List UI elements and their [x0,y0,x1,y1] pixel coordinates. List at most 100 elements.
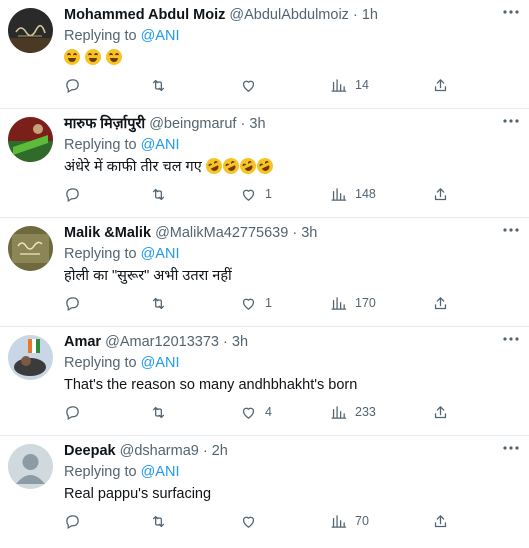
reply-button[interactable] [64,511,89,531]
reply-tweet[interactable]: Deepak @dsharma9 · 2h Replying to @ANI R… [0,436,529,548]
share-button[interactable] [432,184,449,204]
tweet-text: होली का "सुरूर" अभी उतरा नहीं [64,267,232,285]
reply-button[interactable] [64,184,89,204]
views-button[interactable]: 70 [330,511,369,531]
timestamp[interactable]: 2h [212,443,228,459]
tweet-text [64,49,123,67]
timestamp[interactable]: 3h [232,334,248,350]
reply-button[interactable] [64,402,89,422]
tweet-text-content: That's the reason so many andhbhakht's b… [64,377,358,393]
heart-icon [242,298,255,310]
replying-to-line: Replying to @ANI [64,464,179,481]
avatar[interactable] [8,226,53,271]
replying-to-mention[interactable]: @ANI [141,355,180,371]
replying-to-line: Replying to @ANI [64,137,179,154]
retweet-icon [152,297,165,309]
retweet-icon [152,515,165,527]
joy-emoji [85,49,102,65]
views-button[interactable]: 14 [330,75,369,95]
heart-icon [242,189,255,201]
views-icon [331,514,347,528]
tweet-header: Mohammed Abdul Moiz @AbdulAbdulmoiz · 1h [64,7,378,24]
like-button[interactable]: 1 [240,293,272,313]
replying-to-mention[interactable]: @ANI [141,137,180,153]
like-count: 1 [265,296,272,310]
separator-dot: · [240,116,246,132]
views-button[interactable]: 148 [330,184,376,204]
share-icon [434,514,447,527]
retweet-button[interactable] [150,184,175,204]
timestamp[interactable]: 1h [362,7,378,23]
replying-to-mention[interactable]: @ANI [141,464,180,480]
share-icon [434,296,447,309]
timestamp[interactable]: 3h [301,225,317,241]
share-button[interactable] [432,511,449,531]
reply-button[interactable] [64,75,89,95]
reply-tweet[interactable]: Mohammed Abdul Moiz @AbdulAbdulmoiz · 1h… [0,0,529,109]
reply-tweet[interactable]: Malik &Malik @MalikMa42775639 · 3h Reply… [0,218,529,327]
rofl-emoji [254,155,276,177]
views-icon [331,405,347,419]
share-button[interactable] [432,293,449,313]
like-button[interactable] [240,75,265,95]
tweet-text-content: होली का "सुरूर" अभी उतरा नहीं [64,268,232,284]
more-icon[interactable] [503,446,519,450]
views-icon [331,296,347,310]
joy-emoji [64,49,80,65]
user-handle[interactable]: @AbdulAbdulmoiz [229,7,349,23]
retweet-icon [152,79,165,91]
view-count: 170 [355,296,376,310]
reply-tweet[interactable]: Amar @Amar12013373 · 3h Replying to @ANI… [0,327,529,436]
display-name[interactable]: मारुफ मिर्ज़ापुरी [64,116,145,132]
display-name[interactable]: Deepak [64,443,116,459]
share-button[interactable] [432,75,449,95]
more-icon[interactable] [503,337,519,341]
avatar[interactable] [8,444,53,489]
display-name[interactable]: Amar [64,334,101,350]
rofl-emoji [237,155,259,177]
display-name[interactable]: Malik &Malik [64,225,151,241]
separator-dot: · [352,7,358,23]
display-name[interactable]: Mohammed Abdul Moiz [64,7,225,23]
replying-to-label: Replying to [64,464,137,480]
replying-to-line: Replying to @ANI [64,28,179,45]
joy-emoji [106,49,123,65]
user-handle[interactable]: @MalikMa42775639 [155,225,288,241]
replying-to-line: Replying to @ANI [64,355,179,372]
user-handle[interactable]: @Amar12013373 [105,334,219,350]
like-button[interactable]: 4 [240,402,272,422]
replying-to-label: Replying to [64,355,137,371]
avatar[interactable] [8,117,53,162]
reply-tweet[interactable]: मारुफ मिर्ज़ापुरी @beingmaruf · 3h Reply… [0,109,529,218]
retweet-button[interactable] [150,511,175,531]
more-icon[interactable] [503,119,519,123]
views-button[interactable]: 170 [330,293,376,313]
views-button[interactable]: 233 [330,402,376,422]
tweet-header: मारुफ मिर्ज़ापुरी @beingmaruf · 3h [64,116,266,133]
retweet-button[interactable] [150,402,175,422]
reply-button[interactable] [64,293,89,313]
avatar[interactable] [8,335,53,380]
replying-to-line: Replying to @ANI [64,246,179,263]
user-handle[interactable]: @dsharma9 [120,443,199,459]
like-button[interactable] [240,511,265,531]
more-icon[interactable] [503,228,519,232]
replying-to-mention[interactable]: @ANI [141,246,180,262]
heart-icon [242,516,255,528]
action-bar: 14 [64,75,454,95]
view-count: 233 [355,405,376,419]
replying-to-mention[interactable]: @ANI [141,28,180,44]
tweet-header: Amar @Amar12013373 · 3h [64,334,248,351]
share-button[interactable] [432,402,449,422]
share-icon [434,405,447,418]
retweet-button[interactable] [150,75,175,95]
replying-to-label: Replying to [64,246,137,262]
avatar[interactable] [8,8,53,53]
timestamp[interactable]: 3h [249,116,265,132]
reply-icon [66,78,79,93]
user-handle[interactable]: @beingmaruf [149,116,236,132]
more-icon[interactable] [503,10,519,14]
like-button[interactable]: 1 [240,184,272,204]
rofl-emoji [220,155,242,177]
retweet-button[interactable] [150,293,175,313]
